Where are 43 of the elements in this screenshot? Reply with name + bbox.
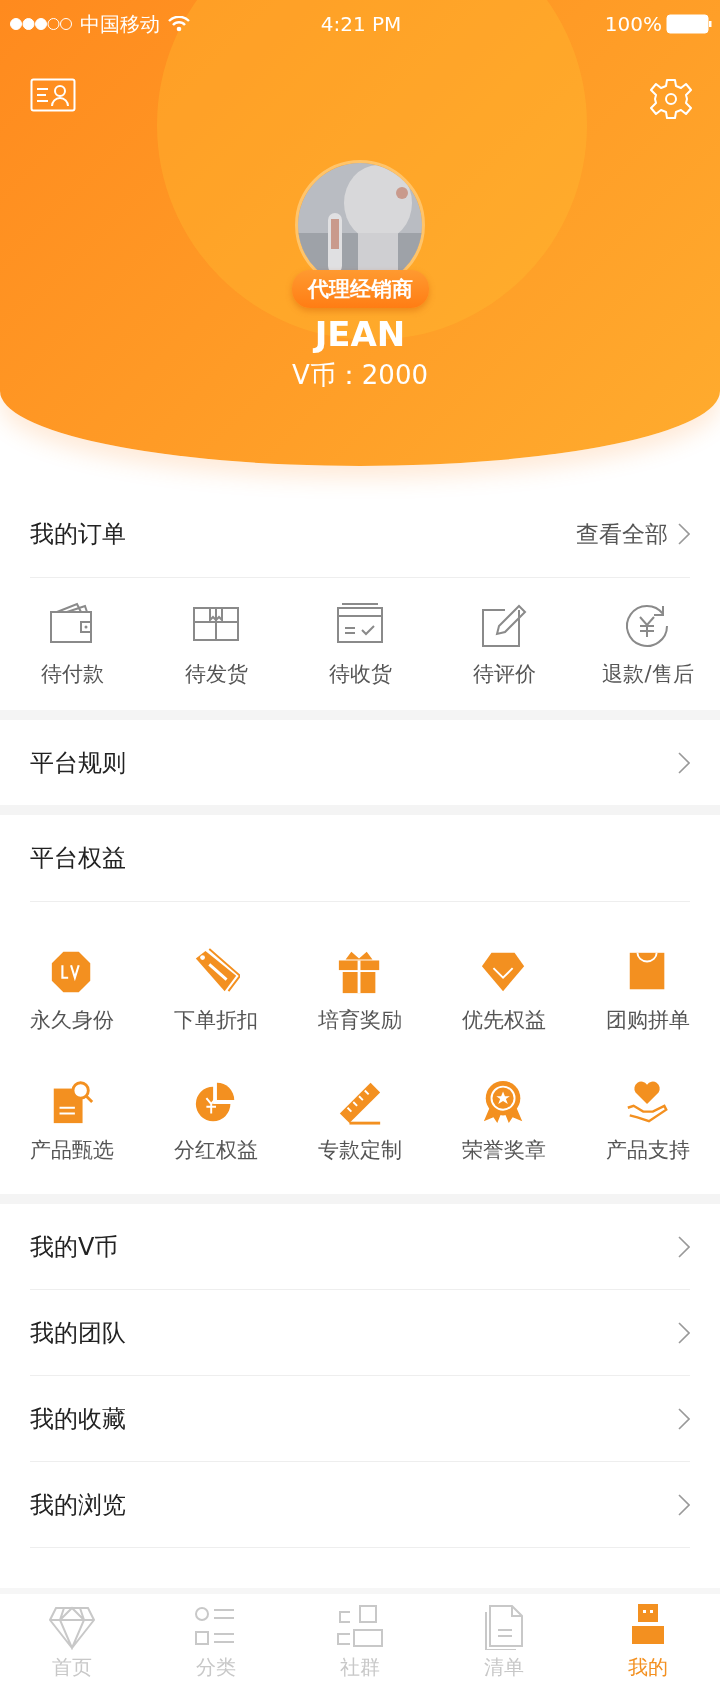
benefit-label[interactable]: 专款定制 [318,1136,402,1164]
section-title: 我的订单 [30,519,126,550]
user-name: JEAN [314,314,406,354]
coin-balance: V币：2000 [292,359,428,392]
section-title: 平台权益 [30,843,126,874]
view-all-link[interactable]: 查看全部 [576,518,690,550]
chevron-right-icon [678,751,690,774]
wifi-icon [168,16,190,32]
settings-icon[interactable] [650,78,692,120]
order-label[interactable]: 待发货 [184,660,248,688]
menu-item[interactable]: 我的收藏 [30,1402,126,1435]
chevron-right-icon [678,523,690,545]
menu-item[interactable]: 我的V币 [30,1230,119,1263]
benefit-label[interactable]: 下单折扣 [174,1006,258,1034]
order-label[interactable]: 待评价 [472,660,536,688]
menu-item[interactable]: 我的浏览 [30,1488,126,1521]
status-time: 4:21 PM [320,12,402,36]
carrier-name: 中国移动 [80,10,160,38]
order-label[interactable]: 退款/售后 [602,660,694,688]
benefit-label[interactable]: 永久身份 [30,1006,114,1034]
benefit-label[interactable]: 团购拼单 [606,1006,690,1034]
signal-icon [10,17,72,31]
order-label[interactable]: 待付款 [40,660,104,688]
battery-percent: 100% [604,12,662,36]
benefit-label[interactable]: 优先权益 [462,1006,546,1034]
edit-icon[interactable] [479,602,529,650]
chevron-right-icon [678,1493,690,1516]
role-badge: 代理经销商 [291,270,429,308]
chevron-right-icon [678,1407,690,1430]
chevron-right-icon [678,1235,690,1258]
chevron-right-icon [678,1321,690,1344]
benefit-label[interactable]: 荣誉奖章 [462,1136,546,1164]
battery-icon [666,14,712,34]
menu-item[interactable]: 我的团队 [30,1316,126,1349]
benefit-label[interactable]: 产品支持 [606,1136,690,1164]
menu-item[interactable]: 平台规则 [30,746,126,779]
tab-icon [48,1604,96,1650]
benefit-label[interactable]: 产品甄选 [30,1136,114,1164]
id-card-icon[interactable] [30,78,76,112]
benefit-label[interactable]: 培育奖励 [318,1006,402,1034]
tab-icon [336,1604,384,1650]
order-label[interactable]: 待收货 [328,660,392,688]
benefit-label[interactable]: 分红权益 [174,1136,258,1164]
